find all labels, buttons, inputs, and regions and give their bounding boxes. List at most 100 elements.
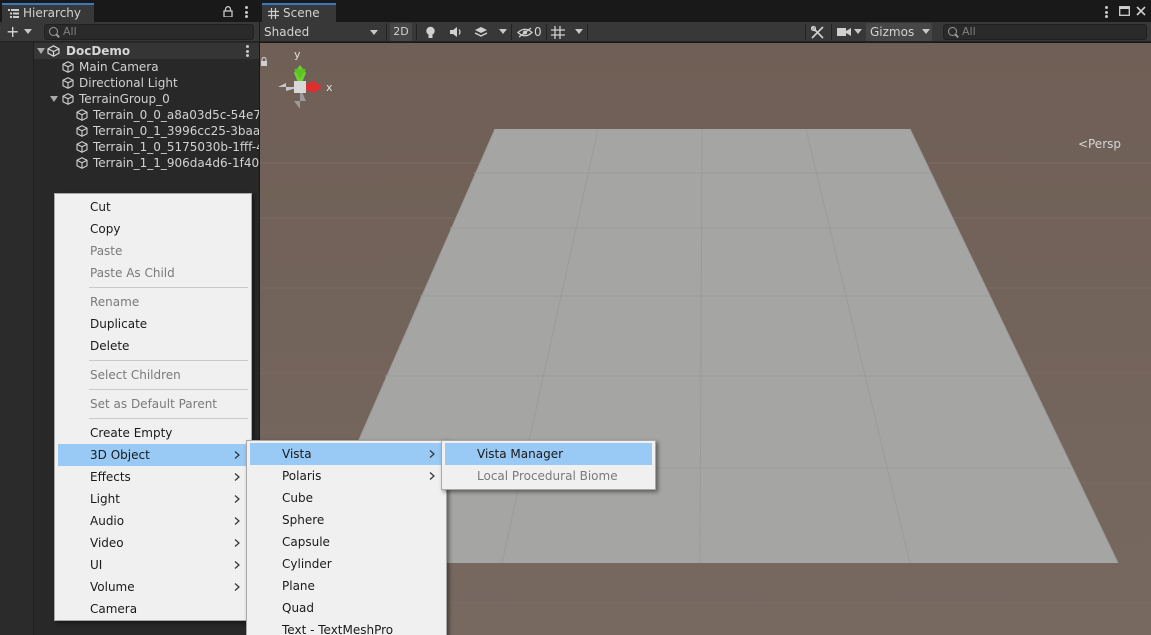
shading-mode-label: Shaded [264, 25, 310, 39]
menu-item-local-procedural-biome: Local Procedural Biome [477, 469, 618, 483]
menu-item-video[interactable]: Video [58, 532, 248, 554]
menu-item-cube[interactable]: Cube [250, 487, 443, 509]
hierarchy-item[interactable]: Directional Light [34, 75, 259, 91]
grid-hash-icon [268, 8, 279, 19]
menu-item-polaris-label: Polaris [282, 469, 322, 483]
menu-item-effects[interactable]: Effects [58, 466, 248, 488]
menu-item-paste: Paste [90, 244, 123, 258]
hierarchy-search-input[interactable]: All [44, 24, 254, 40]
menu-item-text-textmeshpro[interactable]: Text - TextMeshPro [250, 619, 443, 635]
hierarchy-item-label: TerrainGroup_0 [79, 92, 170, 106]
gizmos-dropdown-caret-icon[interactable] [922, 29, 930, 34]
menu-item-create-empty[interactable]: Create Empty [58, 422, 248, 444]
menu-item-ui[interactable]: UI [58, 554, 248, 576]
scene-menu-kebab-icon[interactable] [1105, 6, 1108, 18]
search-icon [49, 27, 58, 36]
lighting-bulb-icon[interactable] [425, 26, 436, 39]
hierarchy-item-label: Terrain_1_0_5175030b-1fff-4 [93, 140, 259, 154]
chevron-right-icon [429, 472, 435, 480]
effects-dropdown-caret-icon[interactable] [499, 29, 507, 34]
search-icon [948, 27, 957, 36]
hierarchy-item[interactable]: Terrain_0_0_a8a03d5c-54e7 [34, 107, 259, 123]
audio-speaker-icon[interactable] [449, 26, 463, 38]
scene-kebab-icon[interactable] [246, 45, 249, 57]
hierarchy-item[interactable]: Terrain_1_1_906da4d6-1f40- [34, 155, 259, 171]
menu-item-sphere[interactable]: Sphere [250, 509, 443, 531]
menu-item-3d-object[interactable]: 3D Object [58, 444, 248, 466]
gizmo-lock-icon[interactable] [260, 57, 268, 66]
menu-item-capsule[interactable]: Capsule [250, 531, 443, 553]
hierarchy-toolbar: + All [0, 22, 259, 42]
tab-scene[interactable]: Scene [262, 3, 336, 22]
hierarchy-gutter [0, 42, 34, 635]
menu-item-copy[interactable]: Copy [58, 218, 248, 240]
menu-item-delete[interactable]: Delete [58, 335, 248, 357]
hidden-objects-count: 0 [534, 25, 542, 39]
menu-item-light-label: Light [90, 492, 120, 506]
scene-toolbar: Shaded 2D 0 Gizmos All [260, 22, 1151, 42]
menu-separator [89, 287, 248, 288]
gameobject-cube-icon [62, 61, 74, 73]
hierarchy-search-placeholder: All [63, 25, 77, 38]
menu-item-vista-manager[interactable]: Vista Manager [445, 443, 652, 465]
hierarchy-item[interactable]: Terrain_1_0_5175030b-1fff-4 [34, 139, 259, 155]
menu-item-light[interactable]: Light [58, 488, 248, 510]
effects-layers-icon[interactable] [474, 26, 488, 38]
menu-item-effects-label: Effects [90, 470, 131, 484]
shading-mode-dropdown[interactable]: Shaded [264, 23, 382, 41]
lock-icon[interactable] [223, 6, 233, 17]
menu-item-audio[interactable]: Audio [58, 510, 248, 532]
menu-item-plane[interactable]: Plane [250, 575, 443, 597]
camera-icon[interactable] [837, 27, 851, 37]
hierarchy-context-menu: Cut Copy Paste Paste As Child Rename Dup… [54, 193, 252, 621]
menu-separator [89, 389, 248, 390]
hierarchy-item-label: Directional Light [79, 76, 178, 90]
chevron-right-icon [234, 561, 240, 569]
2d-toggle-button[interactable]: 2D [390, 23, 412, 41]
expand-arrow-icon[interactable] [37, 48, 45, 54]
submenu-vista: Vista Manager Local Procedural Biome [441, 440, 656, 490]
hierarchy-item[interactable]: Main Camera [34, 59, 259, 75]
chevron-right-icon [234, 495, 240, 503]
orientation-gizmo[interactable]: y x [260, 49, 340, 125]
add-dropdown-caret-icon[interactable] [24, 29, 32, 34]
hierarchy-item-label: Terrain_0_1_3996cc25-3baa- [93, 124, 259, 138]
scene-search-input[interactable]: All [943, 24, 1147, 40]
gameobject-cube-icon [76, 157, 88, 169]
hierarchy-menu-kebab-icon[interactable] [245, 6, 248, 18]
scene-search-placeholder: All [962, 25, 976, 38]
grid-dropdown-caret-icon[interactable] [575, 29, 583, 34]
menu-item-volume-label: Volume [90, 580, 135, 594]
menu-item-polaris[interactable]: Polaris [250, 465, 443, 487]
camera-dropdown-caret-icon[interactable] [854, 29, 862, 34]
menu-item-quad[interactable]: Quad [250, 597, 443, 619]
menu-item-cut[interactable]: Cut [58, 196, 248, 218]
chevron-right-icon [234, 451, 240, 459]
hierarchy-item[interactable]: TerrainGroup_0 [34, 91, 259, 107]
scene-row[interactable]: DocDemo [34, 43, 259, 59]
menu-item-vista[interactable]: Vista [250, 443, 443, 465]
menu-item-camera[interactable]: Camera [58, 598, 248, 620]
tools-wrench-icon[interactable] [811, 26, 824, 39]
expand-arrow-icon[interactable] [50, 96, 58, 102]
chevron-right-icon [234, 517, 240, 525]
scene-name: DocDemo [66, 44, 131, 58]
add-icon[interactable]: + [6, 23, 19, 40]
menu-item-cylinder[interactable]: Cylinder [250, 553, 443, 575]
chevron-left-icon: < [1077, 137, 1088, 151]
tab-hierarchy[interactable]: Hierarchy [2, 3, 94, 22]
hierarchy-tabbar: Hierarchy [0, 0, 259, 22]
maximize-icon[interactable] [1119, 6, 1130, 16]
scene-visibility-eye-icon[interactable] [517, 27, 533, 38]
menu-item-volume[interactable]: Volume [58, 576, 248, 598]
list-icon [8, 9, 19, 18]
gameobject-cube-icon [76, 141, 88, 153]
menu-item-duplicate[interactable]: Duplicate [58, 313, 248, 335]
chevron-down-icon [370, 30, 378, 35]
close-icon[interactable] [1136, 6, 1146, 16]
menu-separator [89, 418, 248, 419]
hierarchy-item[interactable]: Terrain_0_1_3996cc25-3baa- [34, 123, 259, 139]
projection-toggle[interactable]: <Persp [1078, 137, 1121, 151]
grid-snap-icon[interactable] [551, 26, 565, 39]
chevron-right-icon [234, 539, 240, 547]
